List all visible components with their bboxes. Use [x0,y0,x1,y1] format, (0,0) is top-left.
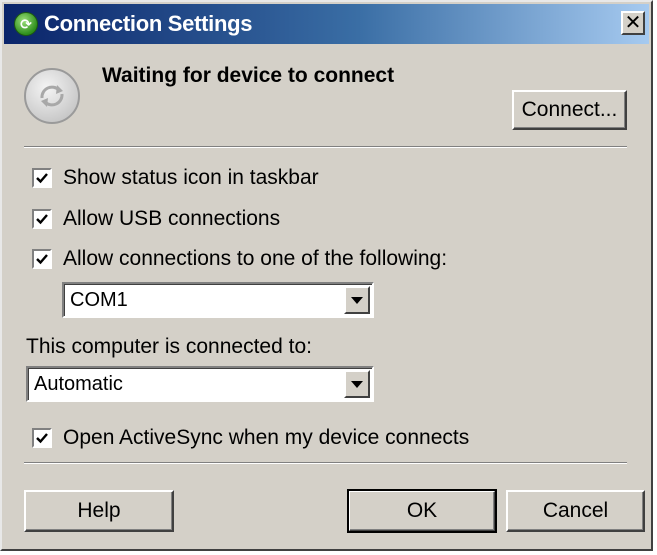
chevron-down-icon [351,296,363,304]
open-activesync-option[interactable]: Open ActiveSync when my device connects [32,426,469,450]
activesync-icon: ⟳ [14,12,38,36]
sync-arrows-icon [24,68,80,124]
connected-to-label: This computer is connected to: [26,335,312,358]
allow-usb-checkbox[interactable] [32,209,52,229]
checkmark-icon [36,254,48,265]
checkmark-icon [36,173,48,184]
allow-serial-label: Allow connections to one of the followin… [63,247,448,270]
show-status-icon-option[interactable]: Show status icon in taskbar [32,166,319,190]
separator-top [24,146,627,148]
close-button[interactable]: ✕ [621,11,645,35]
connect-button-label: Connect... [521,98,618,121]
serial-port-dropdown-button[interactable] [344,286,370,314]
separator-bottom [24,462,627,464]
checkmark-icon [36,214,48,225]
open-activesync-label: Open ActiveSync when my device connects [63,426,470,449]
open-activesync-checkbox[interactable] [32,428,52,448]
window-title: Connection Settings [44,11,253,36]
connect-button[interactable]: Connect... [512,90,627,130]
checkmark-icon [36,433,48,444]
close-icon: ✕ [624,12,642,34]
allow-usb-label: Allow USB connections [63,207,281,230]
serial-port-value: COM1 [70,289,128,311]
ok-button-label: OK [406,499,438,522]
help-button-label: Help [77,499,121,522]
connected-to-value: Automatic [34,373,123,395]
allow-serial-option[interactable]: Allow connections to one of the followin… [32,247,447,271]
show-status-icon-label: Show status icon in taskbar [63,166,319,189]
connection-status-text: Waiting for device to connect [102,64,395,87]
connection-settings-dialog: ⟳ Connection Settings ✕ Waiting for devi… [0,0,653,551]
allow-usb-option[interactable]: Allow USB connections [32,207,280,231]
connected-to-select[interactable]: Automatic [26,366,374,402]
title-bar[interactable]: ⟳ Connection Settings ✕ [4,4,649,44]
serial-port-select[interactable]: COM1 [62,282,374,318]
cancel-button-label: Cancel [542,499,609,522]
ok-button[interactable]: OK [347,489,497,533]
show-status-icon-checkbox[interactable] [32,168,52,188]
cancel-button[interactable]: Cancel [506,490,645,532]
allow-serial-checkbox[interactable] [32,249,52,269]
connected-to-dropdown-button[interactable] [344,370,370,398]
help-button[interactable]: Help [24,490,174,532]
chevron-down-icon [351,380,363,388]
